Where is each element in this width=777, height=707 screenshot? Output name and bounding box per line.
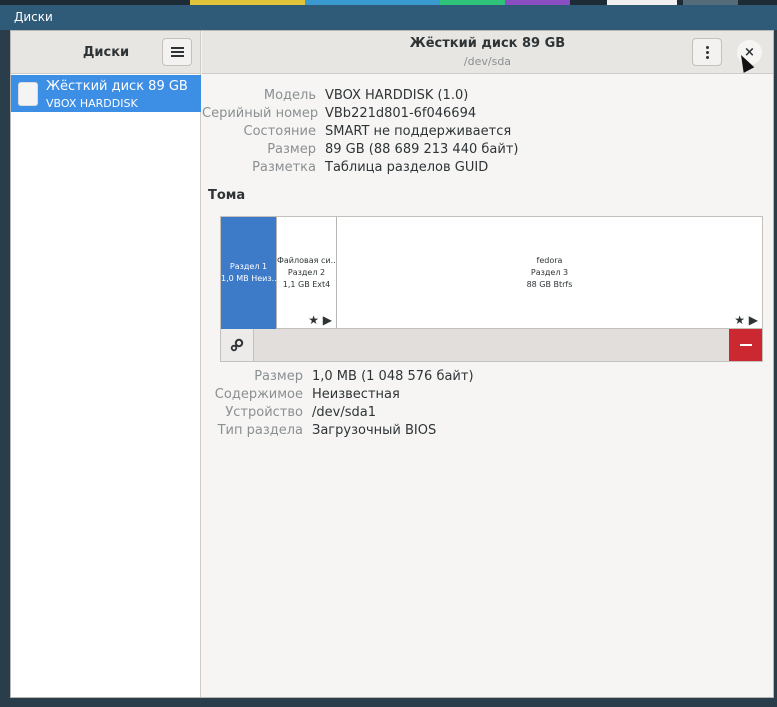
partition-line: 1,1 GB Ext4 [282, 280, 331, 289]
property-label: Размер [267, 142, 316, 157]
hamburger-icon [170, 47, 184, 57]
window-titlebar: Диски [0, 5, 777, 30]
more-options-button[interactable] [692, 38, 722, 66]
volumes-heading: Тома [208, 188, 246, 203]
property-row: Модель VBOX HARDDISK (1.0) [202, 87, 518, 105]
property-value: Таблица разделов GUID [325, 160, 489, 175]
partition-line: fedora [536, 256, 563, 265]
partition-line: Раздел 1 [229, 262, 268, 271]
property-row: Размер 1,0 MB (1 048 576 байт) [202, 368, 474, 386]
partition-bar: Раздел 1 1,0 MB Неиз... Файловая си... Р… [221, 217, 762, 329]
property-row: Серийный номер VBb221d801-6f046694 [202, 105, 518, 123]
property-value: 89 GB (88 689 213 440 байт) [325, 142, 519, 157]
kebab-icon [705, 45, 709, 59]
volume-map: Раздел 1 1,0 MB Неиз... Файловая си... Р… [220, 216, 763, 329]
partition-settings-button[interactable] [221, 329, 254, 361]
drive-icon [18, 82, 38, 106]
star-play-icon: ★ ▶ [308, 313, 332, 327]
partition-1[interactable]: Раздел 1 1,0 MB Неиз... [221, 217, 277, 329]
property-label: Модель [263, 88, 316, 103]
delete-partition-button[interactable] [729, 329, 762, 361]
property-label: Размер [254, 369, 303, 384]
property-label: Тип раздела [217, 423, 303, 438]
property-row: Состояние SMART не поддерживается [202, 123, 518, 141]
menu-button[interactable] [162, 38, 192, 66]
partition-line: Раздел 3 [530, 268, 569, 277]
minus-icon [739, 344, 752, 346]
page-subtitle: /dev/sda [463, 55, 512, 68]
partition-line: 88 GB Btrfs [526, 280, 573, 289]
sidebar-item-disk[interactable]: Жёсткий диск 89 GB VBOX HARDDISK [11, 75, 201, 112]
disk-name: Жёсткий диск 89 GB [46, 79, 188, 94]
property-label: Устройство [225, 405, 303, 420]
property-label: Серийный номер [202, 106, 319, 121]
window-title: Диски [14, 10, 53, 24]
property-value: SMART не поддерживается [325, 124, 512, 139]
property-value: VBOX HARDDISK (1.0) [325, 88, 469, 103]
property-label: Разметка [252, 160, 316, 175]
property-row: Тип раздела Загрузочный BIOS [202, 422, 474, 440]
sidebar-header: Диски [11, 31, 200, 74]
property-value: VBb221d801-6f046694 [325, 106, 477, 121]
main-panel: Жёсткий диск 89 GB /dev/sda × Модель VBO… [202, 31, 773, 697]
property-row: Содержимое Неизвестная [202, 386, 474, 404]
disk-model: VBOX HARDDISK [46, 97, 138, 110]
property-label: Состояние [243, 124, 316, 139]
main-header: Жёсткий диск 89 GB /dev/sda × [202, 31, 773, 74]
property-value: Неизвестная [312, 387, 400, 402]
property-row: Разметка Таблица разделов GUID [202, 159, 518, 177]
volume-toolbar [220, 329, 763, 362]
star-play-icon: ★ ▶ [734, 313, 758, 327]
page-title: Жёсткий диск 89 GB [409, 36, 566, 51]
property-row: Устройство /dev/sda1 [202, 404, 474, 422]
disk-properties: Модель VBOX HARDDISK (1.0) Серийный номе… [202, 87, 518, 177]
partition-line: 1,0 MB Неиз... [221, 274, 276, 283]
property-label: Содержимое [214, 387, 303, 402]
partition-line: Раздел 2 [287, 268, 326, 277]
property-value: 1,0 MB (1 048 576 байт) [312, 369, 474, 384]
partition-3[interactable]: fedora Раздел 3 88 GB Btrfs ★ ▶ [337, 217, 762, 329]
property-row: Размер 89 GB (88 689 213 440 байт) [202, 141, 518, 159]
partition-2[interactable]: Файловая си... Раздел 2 1,1 GB Ext4 ★ ▶ [277, 217, 337, 329]
sidebar: Диски Жёсткий диск 89 GB VBOX HARDDISK [11, 31, 201, 697]
disks-window: Диски Жёсткий диск 89 GB VBOX HARDDISK Ж… [10, 30, 774, 698]
partition-line: Файловая си... [277, 256, 336, 265]
property-value: Загрузочный BIOS [312, 423, 437, 438]
gears-icon [230, 338, 244, 352]
partition-properties: Размер 1,0 MB (1 048 576 байт) Содержимо… [202, 368, 474, 440]
property-value: /dev/sda1 [312, 405, 376, 420]
